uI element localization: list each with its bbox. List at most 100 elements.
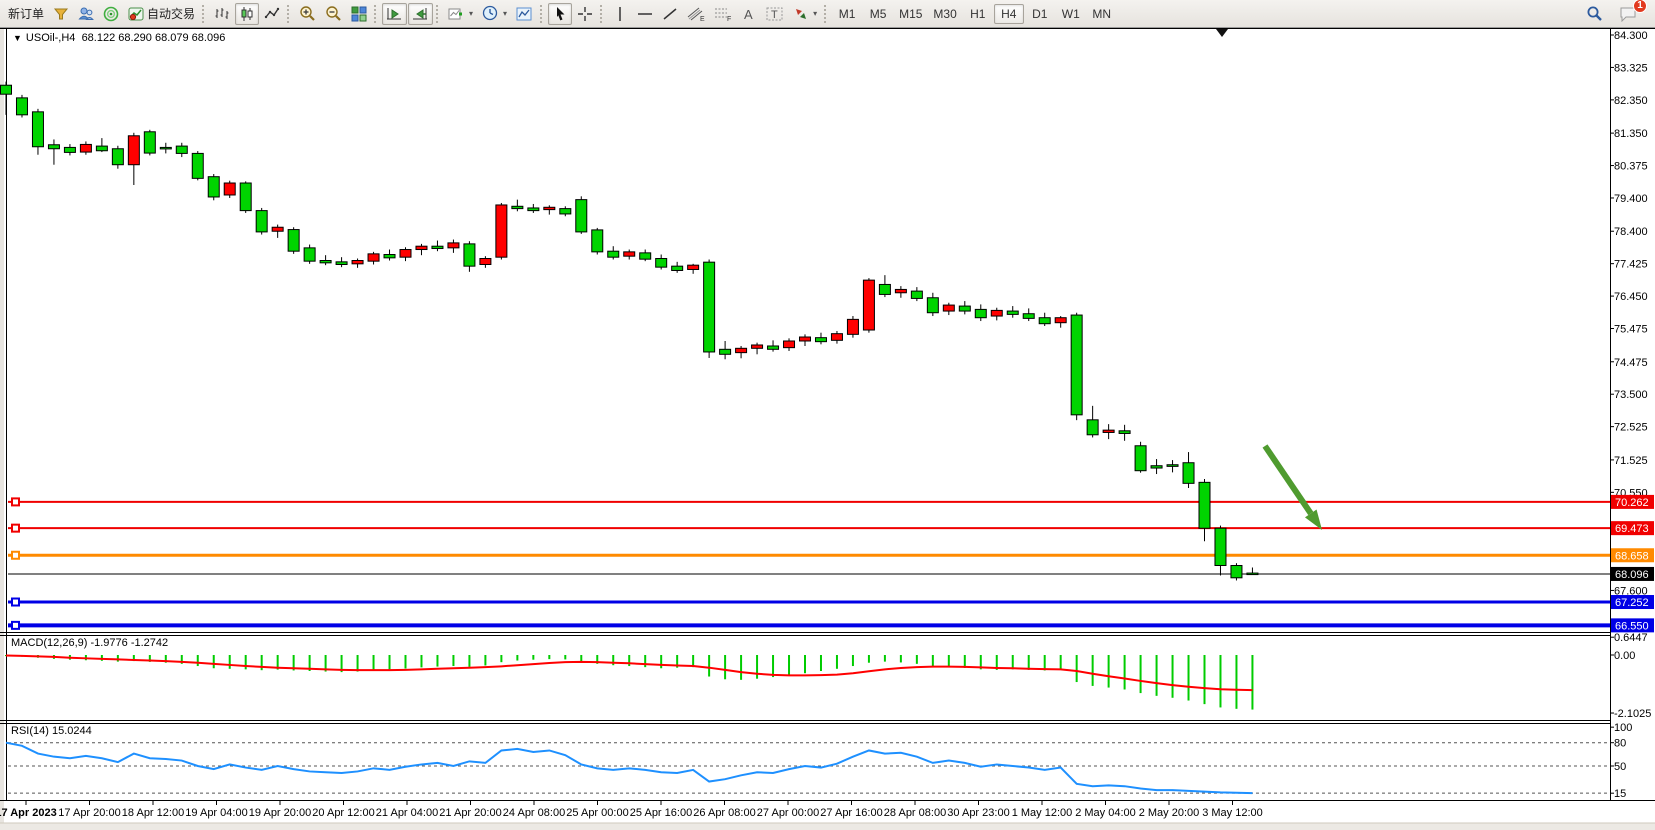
autotrading-button[interactable]: 自动交易	[124, 3, 199, 25]
candle-chart-button[interactable]	[235, 3, 259, 25]
candle	[1151, 466, 1162, 468]
chart-symbol-period: USOil-,H4	[26, 32, 76, 44]
price-axis-label: 76.450	[1614, 291, 1648, 303]
chart-canvas[interactable]: 84.30083.32582.35081.35080.37579.40078.4…	[0, 0, 1655, 830]
candle-chart-icon	[239, 6, 255, 22]
level-drag-handle[interactable]	[12, 552, 19, 559]
window-left-edge	[0, 0, 4, 830]
candle	[863, 280, 874, 330]
price-badge-label: 68.096	[1615, 569, 1649, 581]
arrows-tool-button[interactable]: ▾	[789, 3, 821, 25]
crosshair-button[interactable]	[573, 3, 597, 25]
chart-shift-button[interactable]	[382, 3, 407, 25]
indicators-button[interactable]: ▾	[444, 3, 477, 25]
price-axis-label: 72.525	[1614, 422, 1648, 434]
trendline-icon	[662, 6, 678, 22]
level-drag-handle[interactable]	[12, 498, 19, 505]
text-label-tool-button[interactable]: T	[762, 3, 788, 25]
candle	[160, 147, 171, 149]
candle	[911, 291, 922, 298]
candle	[128, 136, 139, 165]
price-axis-label: 73.500	[1614, 389, 1648, 401]
chart-shift-icon	[386, 6, 403, 22]
candle	[560, 209, 571, 214]
toolbar-grip[interactable]	[436, 5, 441, 23]
cursor-button[interactable]	[548, 3, 572, 25]
autotrading-icon	[128, 6, 144, 22]
templates-button[interactable]	[512, 3, 537, 25]
timeframe-m30-button[interactable]: M30	[928, 4, 961, 24]
price-axis-label: 75.475	[1614, 324, 1648, 336]
candle	[144, 132, 155, 153]
time-axis-label: 3 May 12:00	[1202, 807, 1263, 819]
chart-autoscroll-button[interactable]	[408, 3, 433, 25]
level-drag-handle[interactable]	[12, 525, 19, 532]
search-button[interactable]	[1582, 3, 1607, 25]
line-chart-button[interactable]	[260, 3, 284, 25]
candle	[959, 306, 970, 311]
timeframe-h4-button[interactable]: H4	[994, 4, 1024, 24]
zoom-in-icon	[299, 5, 316, 22]
toolbar-grip[interactable]	[374, 5, 379, 23]
candle	[895, 289, 906, 292]
candle	[480, 259, 491, 265]
candle	[672, 266, 683, 270]
candle	[1119, 431, 1130, 434]
timeframe-m5-button[interactable]: M5	[863, 4, 893, 24]
text-tool-button[interactable]: A	[737, 3, 761, 25]
channel-tool-button[interactable]: E	[683, 3, 709, 25]
candle	[368, 254, 379, 261]
toolbar-grip[interactable]	[287, 5, 292, 23]
level-drag-handle[interactable]	[12, 599, 19, 606]
candle	[784, 341, 795, 348]
data-window-button[interactable]	[74, 3, 98, 25]
candle	[847, 319, 858, 334]
level-drag-handle[interactable]	[12, 622, 19, 629]
trendline-tool-button[interactable]	[658, 3, 682, 25]
timeframe-d1-button[interactable]: D1	[1025, 4, 1055, 24]
time-axis-label: 17 Apr 20:00	[58, 807, 120, 819]
market-watch-button[interactable]	[49, 3, 73, 25]
timeframe-m1-button[interactable]: M1	[832, 4, 862, 24]
candle	[656, 259, 667, 268]
price-badge-label: 70.262	[1615, 497, 1649, 509]
zoom-in-button[interactable]	[295, 3, 320, 25]
window-bottom-edge	[0, 823, 1655, 830]
candle	[1103, 430, 1114, 432]
vertical-line-tool-button[interactable]	[608, 3, 632, 25]
candle	[1167, 465, 1178, 467]
candle	[208, 177, 219, 197]
toolbar-grip[interactable]	[540, 5, 545, 23]
tile-windows-icon	[351, 6, 367, 22]
zoom-out-button[interactable]	[321, 3, 346, 25]
timeframe-w1-button[interactable]: W1	[1056, 4, 1086, 24]
fibonacci-tool-button[interactable]: F	[710, 3, 736, 25]
toolbar-grip[interactable]	[202, 5, 207, 23]
periods-button[interactable]: ▾	[478, 3, 511, 25]
rsi-indicator-label: RSI(14) 15.0244	[11, 725, 92, 737]
candle	[528, 208, 539, 211]
new-order-button[interactable]: 新订单	[4, 3, 48, 25]
toolbar-grip[interactable]	[824, 5, 829, 23]
chevron-down-icon[interactable]: ▼	[13, 33, 22, 43]
chat-button[interactable]: 1	[1615, 3, 1641, 25]
tile-windows-button[interactable]	[347, 3, 371, 25]
toolbar-grip[interactable]	[600, 5, 605, 23]
candle	[176, 146, 187, 153]
macd-axis-label: 0.00	[1614, 650, 1635, 662]
candle	[640, 253, 651, 259]
timeframe-h1-button[interactable]: H1	[963, 4, 993, 24]
chevron-down-icon: ▾	[503, 9, 507, 18]
candle	[416, 246, 427, 249]
svg-text:A: A	[744, 7, 753, 22]
horizontal-line-tool-button[interactable]	[633, 3, 657, 25]
timeframe-mn-button[interactable]: MN	[1087, 4, 1117, 24]
candle	[704, 262, 715, 352]
bar-chart-button[interactable]	[210, 3, 234, 25]
bar-chart-icon	[214, 6, 230, 22]
price-axis-label: 77.425	[1614, 259, 1648, 271]
candle	[384, 255, 395, 258]
timeframe-m15-button[interactable]: M15	[894, 4, 927, 24]
navigator-button[interactable]	[99, 3, 123, 25]
time-axis-label: 25 Apr 00:00	[566, 807, 628, 819]
